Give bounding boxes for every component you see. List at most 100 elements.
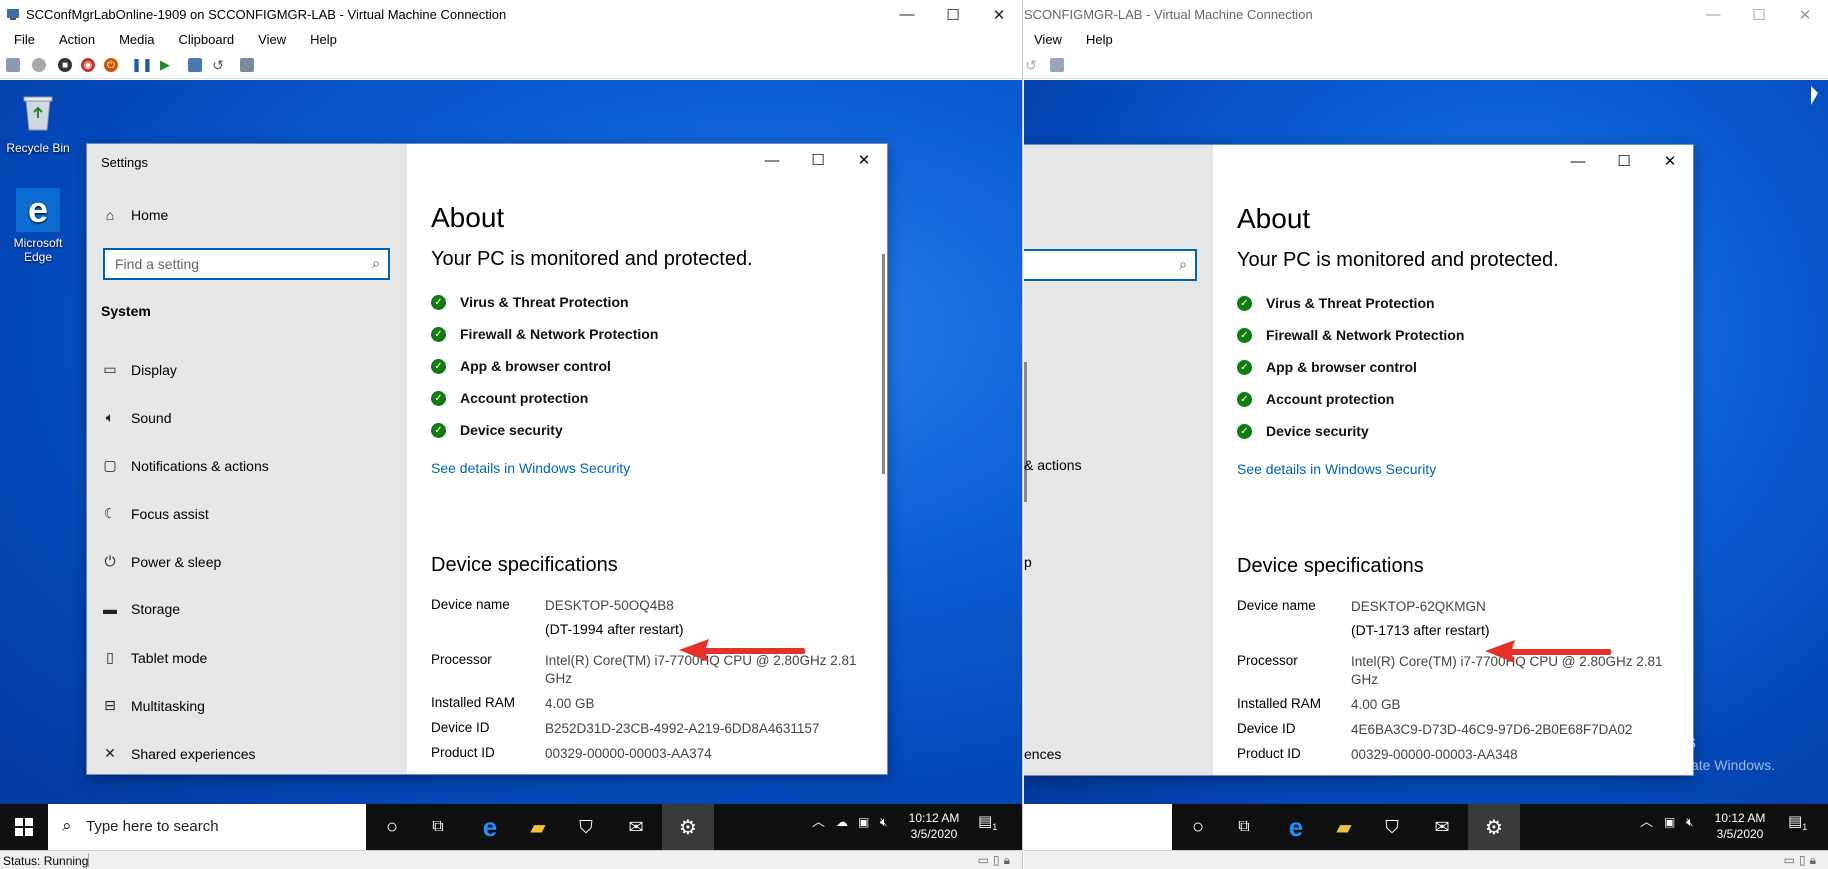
watermark-title: Activate Windows: [1554, 732, 1697, 752]
settings-search-input[interactable]: Find a setting ⌕: [103, 248, 390, 280]
specs-heading: Device specifications: [1237, 555, 1424, 577]
nav-sound[interactable]: 🔈︎ Sound: [101, 409, 172, 426]
settings-content: — ☐ ✕ About Your PC is monitored and pro…: [407, 144, 887, 774]
mail-icon[interactable]: ✉: [612, 804, 660, 850]
settings-search-input[interactable]: ⌕: [1024, 249, 1197, 281]
check-icon: ✓: [431, 294, 446, 310]
menu-action[interactable]: Action: [59, 29, 95, 51]
nav-notifications[interactable]: ▢ Notifications & actions: [101, 457, 268, 474]
resume-icon[interactable]: ▶: [158, 57, 172, 72]
enhanced-session-icon[interactable]: [1050, 58, 1064, 72]
start-icon[interactable]: [32, 58, 46, 72]
nav-tablet[interactable]: ▯ Tablet mode: [101, 649, 207, 666]
settings-minimize-button[interactable]: —: [1555, 145, 1601, 177]
check-icon: ✓: [1237, 327, 1252, 343]
settings-maximize-button[interactable]: ☐: [1601, 145, 1647, 177]
desktop-icon-recycle-bin[interactable]: Recycle Bin: [0, 90, 76, 155]
desktop-icon-edge[interactable]: e Microsoft Edge: [0, 188, 76, 264]
nav-home[interactable]: ⌂ Home: [101, 207, 169, 223]
menu-view[interactable]: View: [1034, 29, 1062, 51]
content-scrollbar[interactable]: [882, 254, 885, 474]
taskbar-search-input[interactable]: ⌕ Type here to search: [48, 804, 366, 850]
nav-shared[interactable]: ences: [1024, 746, 1061, 762]
shutdown-icon[interactable]: ◉: [81, 58, 95, 72]
windows-security-link[interactable]: See details in Windows Security: [1237, 461, 1436, 477]
nav-focus-assist[interactable]: ☾ Focus assist: [101, 505, 209, 522]
taskbar-search-input[interactable]: [1024, 804, 1172, 850]
nav-shared[interactable]: ✕ Shared experiences: [101, 745, 255, 762]
left-vm-title: SCConfMgrLabOnline-1909 on SCCONFIGMGR-L…: [26, 7, 507, 22]
menu-media[interactable]: Media: [119, 29, 154, 51]
file-explorer-icon[interactable]: ▰: [514, 804, 562, 850]
action-center-icon[interactable]: ▤1: [978, 814, 997, 835]
processor-label: Processor: [431, 652, 492, 667]
sidebar-scrollbar[interactable]: [1024, 362, 1027, 502]
nav-multitasking[interactable]: ⊟ Multitasking: [101, 697, 205, 714]
settings-minimize-button[interactable]: —: [749, 144, 795, 176]
turn-off-icon[interactable]: ■: [58, 58, 72, 72]
windows-security-link[interactable]: See details in Windows Security: [431, 460, 630, 476]
network-icon[interactable]: ▣: [1664, 814, 1675, 830]
mail-icon[interactable]: ✉: [1418, 804, 1466, 850]
settings-maximize-button[interactable]: ☐: [795, 144, 841, 176]
enhanced-session-icon[interactable]: [240, 58, 254, 72]
store-icon[interactable]: ⛉: [562, 804, 610, 850]
protection-item: ✓ Virus & Threat Protection: [431, 294, 629, 310]
file-explorer-icon[interactable]: ▰: [1320, 804, 1368, 850]
task-view-icon[interactable]: ⧉: [1220, 804, 1268, 850]
nav-power[interactable]: p: [1024, 554, 1032, 570]
nav-storage[interactable]: ▬ Storage: [101, 601, 180, 617]
menu-clipboard[interactable]: Clipboard: [179, 29, 235, 51]
settings-close-button[interactable]: ✕: [841, 144, 887, 176]
menu-help[interactable]: Help: [1086, 29, 1113, 51]
cortana-icon[interactable]: ○: [368, 804, 416, 850]
clock[interactable]: 10:12 AM 3/5/2020: [1714, 810, 1766, 842]
revert-icon[interactable]: ↺: [211, 57, 225, 73]
cortana-icon[interactable]: ○: [1174, 804, 1222, 850]
left-vm-titlebar[interactable]: SCConfMgrLabOnline-1909 on SCCONFIGMGR-L…: [0, 0, 1022, 29]
maximize-button[interactable]: ☐: [930, 0, 976, 29]
close-button[interactable]: ✕: [1782, 0, 1828, 29]
minimize-button[interactable]: —: [1690, 0, 1736, 29]
settings-close-button[interactable]: ✕: [1647, 145, 1693, 177]
save-state-icon[interactable]: ⏻: [104, 58, 118, 72]
edge-label-2: Edge: [23, 250, 53, 264]
edge-icon: e: [16, 188, 60, 232]
tray-chevron-icon[interactable]: ︿: [812, 814, 825, 830]
close-button[interactable]: ✕: [976, 0, 1022, 29]
checkpoint-icon[interactable]: [188, 58, 202, 72]
settings-sidebar: Settings ⌂ Home Find a setting ⌕ System ▭…: [87, 144, 407, 774]
settings-taskbar-icon[interactable]: ⚙: [662, 804, 714, 850]
menu-view[interactable]: View: [258, 29, 286, 51]
volume-muted-icon[interactable]: 🔇︎: [1686, 814, 1694, 830]
pause-icon[interactable]: ❚❚: [131, 57, 153, 72]
nav-power[interactable]: ⏻ Power & sleep: [101, 553, 221, 570]
right-vm-titlebar[interactable]: SCONFIGMGR-LAB - Virtual Machine Connect…: [1024, 0, 1828, 29]
volume-muted-icon[interactable]: 🔇︎: [880, 814, 888, 830]
menu-help[interactable]: Help: [310, 29, 337, 51]
settings-taskbar-icon[interactable]: ⚙: [1468, 804, 1520, 850]
edge-taskbar-icon[interactable]: e: [1272, 804, 1320, 850]
onedrive-icon[interactable]: ☁: [836, 814, 848, 830]
protection-item: ✓ App & browser control: [1237, 359, 1417, 375]
tray-chevron-icon[interactable]: ︿: [1640, 814, 1653, 830]
network-icon[interactable]: ▣: [858, 814, 869, 830]
start-button[interactable]: [0, 804, 48, 850]
task-view-icon[interactable]: ⧉: [414, 804, 462, 850]
nav-notifications[interactable]: & actions: [1024, 457, 1082, 473]
check-icon: ✓: [1237, 391, 1252, 407]
maximize-button[interactable]: ☐: [1736, 0, 1782, 29]
product-id-label: Product ID: [1237, 746, 1301, 761]
power-icon: ⏻: [104, 553, 116, 569]
device-name-value: DESKTOP-50OQ4B8: [545, 598, 674, 613]
nav-display[interactable]: ▭ Display: [101, 361, 177, 378]
action-center-icon[interactable]: ▤1: [1788, 814, 1807, 835]
revert-icon[interactable]: ↺: [1024, 57, 1038, 73]
ctrl-alt-del-icon[interactable]: [6, 58, 20, 72]
shared-icon: ✕: [104, 745, 116, 761]
minimize-button[interactable]: —: [884, 0, 930, 29]
edge-taskbar-icon[interactable]: e: [466, 804, 514, 850]
store-icon[interactable]: ⛉: [1368, 804, 1416, 850]
menu-file[interactable]: File: [14, 29, 35, 51]
clock[interactable]: 10:12 AM 3/5/2020: [908, 810, 960, 842]
